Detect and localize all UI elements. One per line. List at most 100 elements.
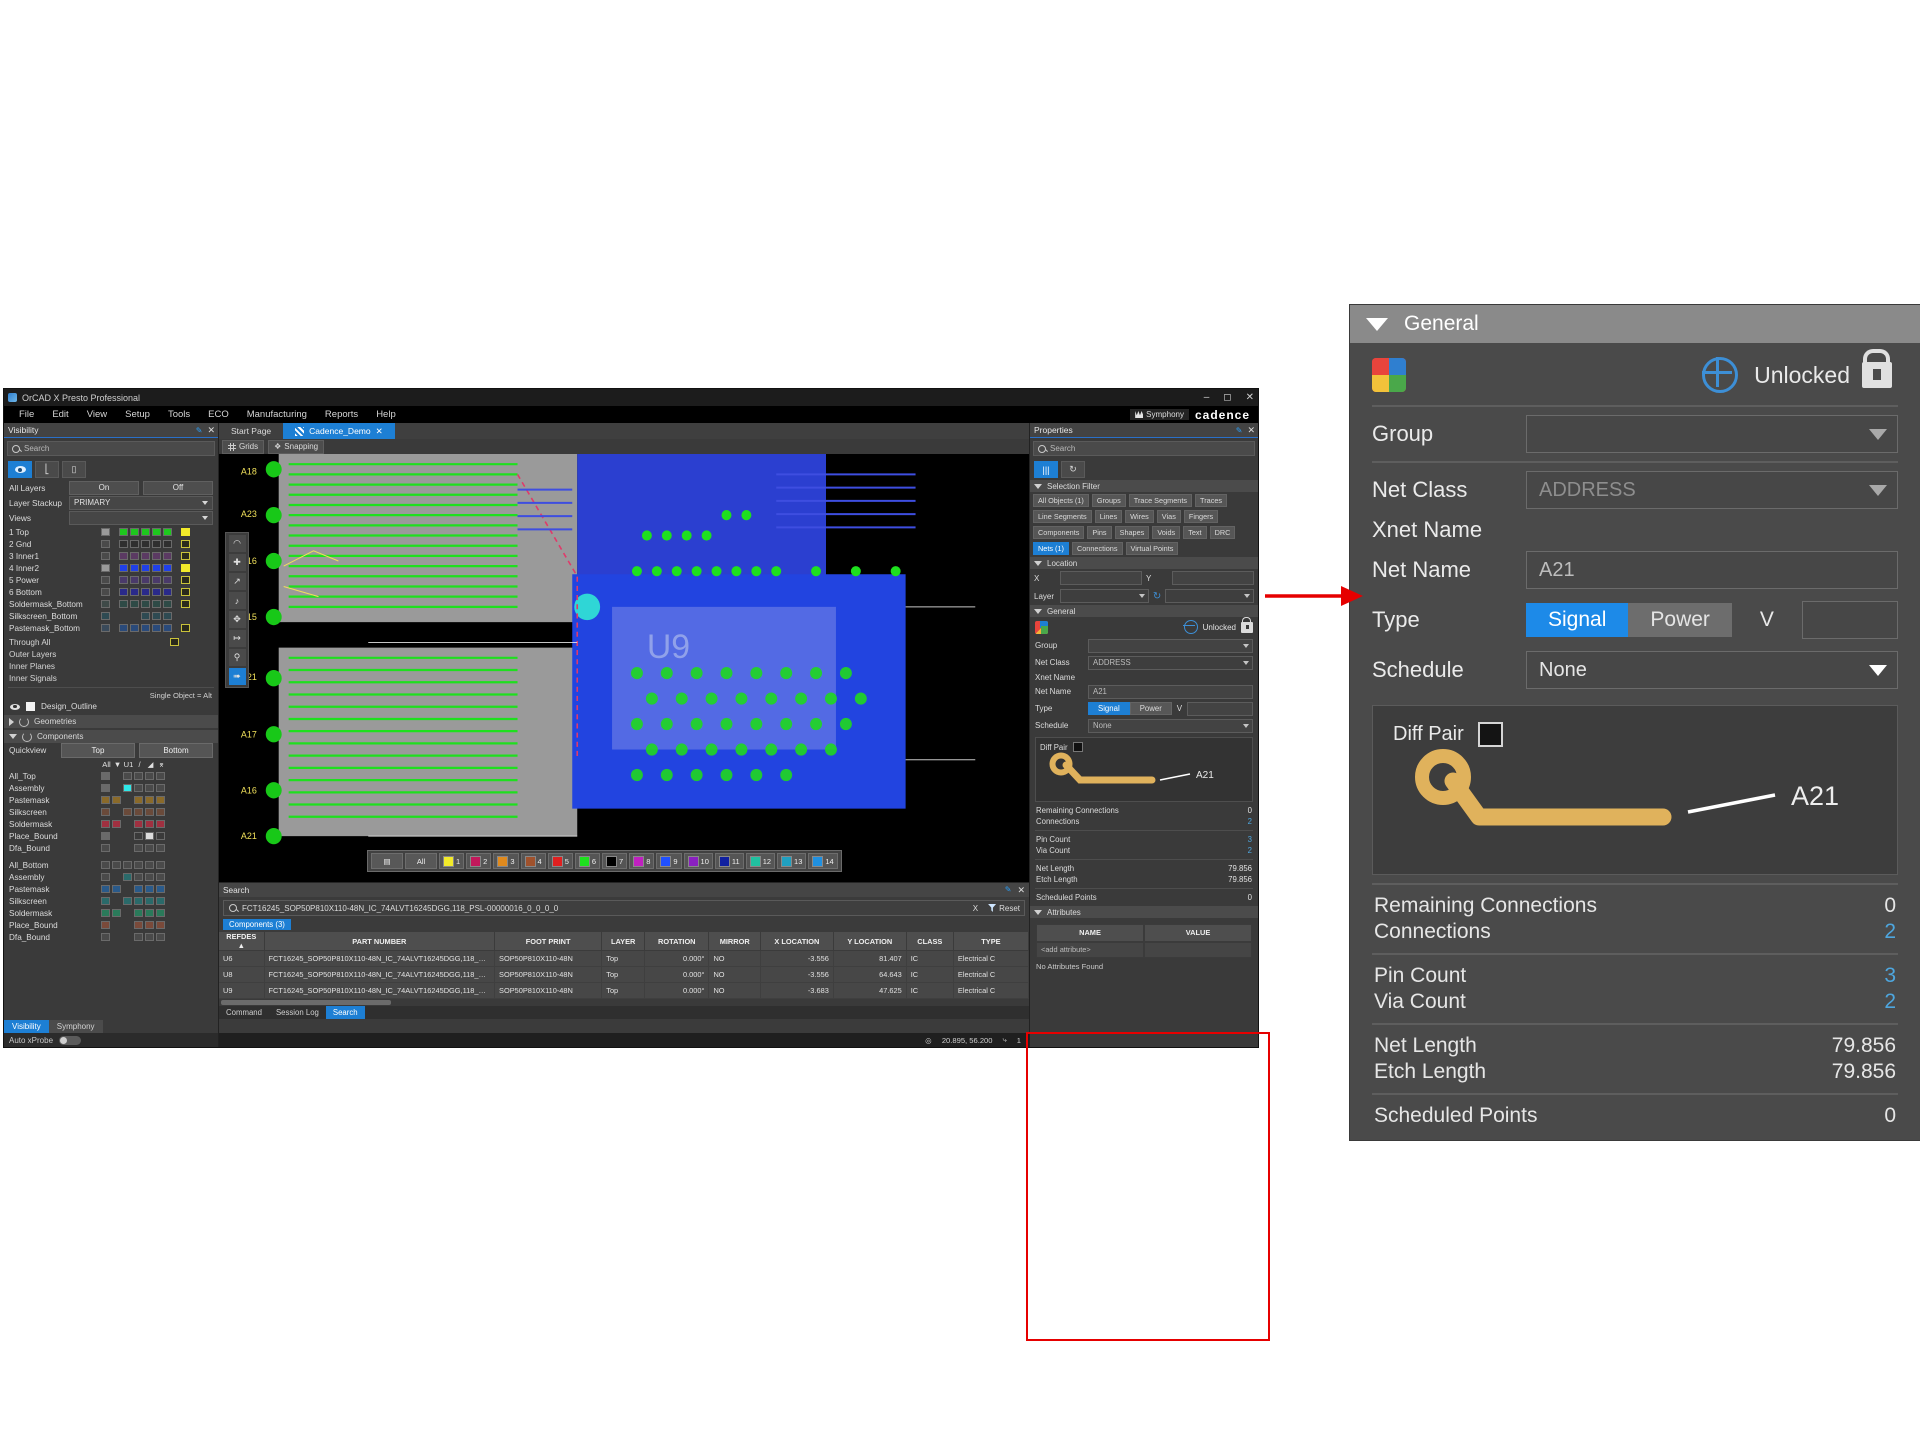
component-swatch[interactable] [156, 772, 165, 780]
component-swatch[interactable] [134, 885, 143, 893]
component-row[interactable]: Soldermask [9, 818, 213, 830]
component-swatch[interactable] [101, 885, 110, 893]
net-class-select[interactable]: ADDRESS [1526, 471, 1898, 509]
component-row[interactable]: Dfa_Bound [9, 931, 213, 943]
schedule-select[interactable]: None [1088, 718, 1253, 733]
component-swatch[interactable] [112, 796, 121, 804]
x-input[interactable] [1060, 571, 1142, 585]
layer-swatch[interactable] [163, 576, 172, 584]
layer-swatch[interactable] [119, 576, 128, 584]
layer-main-swatch[interactable] [101, 528, 110, 536]
layer-all-button[interactable]: All [405, 853, 437, 869]
layer-swatch[interactable] [130, 624, 139, 632]
type-signal-button[interactable]: Signal [1526, 603, 1629, 637]
component-swatch[interactable] [145, 808, 154, 816]
component-swatch[interactable] [123, 832, 132, 840]
filter-chip[interactable]: Lines [1094, 510, 1123, 523]
table-row[interactable]: U6 FCT16245_SOP50P810X110-48N_IC_74ALVT16… [219, 950, 1030, 967]
all-layers-off-button[interactable]: Off [143, 480, 213, 495]
minimize-icon[interactable]: – [1204, 392, 1210, 403]
menu-view[interactable]: View [78, 409, 116, 420]
component-swatch[interactable] [101, 832, 110, 840]
component-swatch[interactable] [101, 796, 110, 804]
layer-main-swatch[interactable] [101, 588, 110, 596]
net-name-input[interactable]: A21 [1088, 684, 1253, 699]
layer-swatch[interactable] [152, 612, 161, 620]
layer-swatch[interactable] [141, 576, 150, 584]
mode-display-button[interactable]: ▯ [62, 461, 86, 478]
layer-stackup-select[interactable]: PRIMARY [69, 495, 213, 510]
layer-row[interactable]: 1 Top [9, 526, 213, 538]
component-swatch[interactable] [112, 832, 121, 840]
layer-swatch[interactable] [130, 528, 139, 536]
layer-swatch[interactable] [141, 624, 150, 632]
layer-swatch[interactable] [119, 552, 128, 560]
close-icon[interactable]: ✕ [376, 426, 383, 437]
layer-swatch[interactable] [119, 624, 128, 632]
filter-chip[interactable]: Vias [1156, 510, 1181, 523]
component-row[interactable]: Place_Bound [9, 919, 213, 931]
filter-chip[interactable]: All Objects (1) [1033, 494, 1089, 507]
menu-file[interactable]: File [10, 409, 43, 420]
move-icon[interactable]: ✚ [228, 554, 246, 571]
layer-group-row[interactable]: Inner Signals [9, 672, 213, 684]
component-row[interactable]: Place_Bound [9, 830, 213, 842]
enlarged-general-header[interactable]: General [1350, 305, 1920, 343]
component-swatch[interactable] [112, 873, 121, 881]
layer-swatch[interactable] [141, 600, 150, 608]
geometries-section-header[interactable]: Geometries [4, 715, 218, 728]
attributes-header[interactable]: Attributes [1030, 906, 1258, 918]
layer-main-swatch[interactable] [101, 612, 110, 620]
layer-chip[interactable]: 11 [714, 853, 744, 869]
layer-swatch[interactable] [130, 576, 139, 584]
component-swatch[interactable] [123, 909, 132, 917]
symphony-button[interactable]: Symphony [1130, 409, 1189, 420]
layer-main-swatch[interactable] [101, 564, 110, 572]
column-header[interactable]: FOOT PRINT [494, 932, 603, 951]
voltage-input[interactable] [1801, 601, 1898, 639]
comment-icon[interactable]: ♪ [228, 592, 246, 609]
filter-chip[interactable]: Fingers [1183, 510, 1219, 523]
component-swatch[interactable] [156, 933, 165, 941]
component-swatch[interactable] [156, 885, 165, 893]
edit-pencil-icon[interactable]: ✎ [196, 426, 203, 435]
layer-swatch[interactable] [119, 564, 128, 572]
pcb-canvas[interactable]: U9 A18A23A16 A15A21A17 A16A21 ◠ ✚ ↗ ♪ [219, 454, 1029, 882]
column-header[interactable]: PART NUMBER [264, 932, 496, 951]
component-swatch[interactable] [156, 844, 165, 852]
layer-chip[interactable]: 2 [466, 853, 492, 869]
layer-chip[interactable]: 12 [745, 853, 776, 869]
layer-swatch[interactable] [141, 588, 150, 596]
component-swatch[interactable] [156, 784, 165, 792]
column-header[interactable]: MIRROR [708, 932, 761, 951]
layer-through-swatch[interactable] [181, 600, 190, 608]
component-swatch[interactable] [134, 873, 143, 881]
component-swatch[interactable] [156, 873, 165, 881]
layer-main-swatch[interactable] [101, 540, 110, 548]
layer-swatch[interactable] [163, 588, 172, 596]
chevron-down-icon[interactable] [1366, 317, 1388, 331]
diff-pair-checkbox[interactable] [1477, 722, 1503, 747]
layer-swatch[interactable] [163, 600, 172, 608]
component-swatch[interactable] [112, 885, 121, 893]
layer-swatch[interactable] [130, 588, 139, 596]
layer-swatch[interactable] [119, 612, 128, 620]
component-swatch[interactable] [134, 844, 143, 852]
layer-through-swatch[interactable] [181, 564, 190, 572]
menu-reports[interactable]: Reports [316, 409, 367, 420]
select-cursor-icon[interactable]: ➠ [228, 668, 246, 685]
layer-stack-icon[interactable]: ▤ [371, 853, 403, 869]
layer-swatch[interactable] [119, 540, 128, 548]
filter-chip[interactable]: Nets (1) [1033, 542, 1069, 555]
component-row[interactable]: Pastemask [9, 794, 213, 806]
filter-chip[interactable]: Components [1033, 526, 1085, 539]
component-swatch[interactable] [134, 796, 143, 804]
component-swatch[interactable] [101, 808, 110, 816]
general-header[interactable]: General [1030, 605, 1258, 617]
component-swatch[interactable] [145, 844, 154, 852]
component-swatch[interactable] [134, 832, 143, 840]
component-swatch[interactable] [112, 820, 121, 828]
layer-through-swatch[interactable] [181, 588, 190, 596]
layer-row[interactable]: 4 Inner2 [9, 562, 213, 574]
layer-swatch[interactable] [152, 552, 161, 560]
